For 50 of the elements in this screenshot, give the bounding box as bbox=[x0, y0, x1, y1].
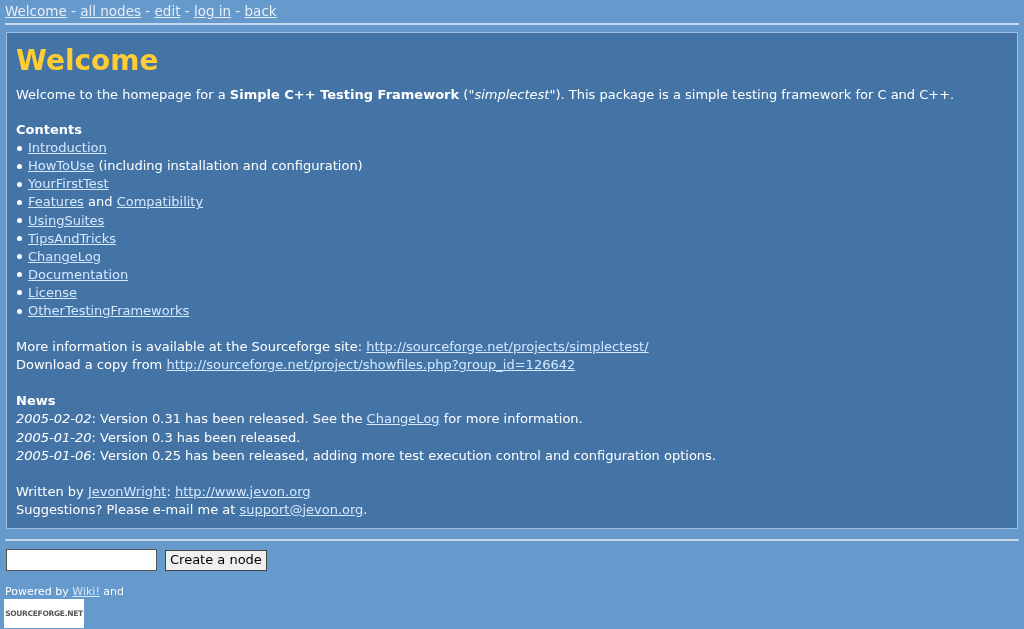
news-item: 2005-01-20: Version 0.3 has been released. bbox=[16, 428, 302, 447]
link[interactable]: back bbox=[244, 3, 277, 19]
news-item: 2005-02-02: Version 0.31 has been released. See the ChangeLog for more information. bbox=[16, 410, 584, 429]
link[interactable]: OtherTestingFrameworks bbox=[28, 303, 190, 319]
intro-text: Welcome to the homepage for a Simple C++ Testing Framework ("simplectest"). This package is a simple testing framework for C and C++. bbox=[16, 86, 956, 104]
link[interactable]: all nodes bbox=[80, 3, 142, 19]
link[interactable]: UsingSuites bbox=[28, 212, 105, 228]
bullet-icon bbox=[17, 145, 22, 151]
news-item: 2005-01-06: Version 0.25 has been released, adding more test execution control and configuration options. bbox=[16, 446, 717, 465]
link[interactable]: Introduction bbox=[28, 140, 107, 156]
powered-by-text: Powered by Wiki! and bbox=[5, 585, 125, 599]
link[interactable]: Wiki! bbox=[72, 585, 100, 598]
info-text: More information is available at the Sourceforge site: http://sourceforge.net/projects/simplectest/ bbox=[16, 338, 650, 357]
info-text: Download a copy from http://sourceforge.net/project/showfiles.php?group_id=126642 bbox=[16, 356, 577, 375]
link[interactable]: ChangeLog bbox=[366, 411, 440, 427]
bullet-icon bbox=[17, 200, 22, 205]
link[interactable]: log in bbox=[193, 3, 232, 19]
navigation-links: Welcome - all nodes - edit - log in - back bbox=[4, 2, 278, 21]
link[interactable]: License bbox=[28, 284, 77, 300]
link[interactable]: edit bbox=[154, 3, 181, 19]
bullet-icon bbox=[17, 236, 22, 242]
link[interactable]: TipsAndTricks bbox=[28, 230, 116, 246]
author-text: Suggestions? Please e-mail me at support@jevon.org. bbox=[16, 500, 369, 519]
section-heading: Contents bbox=[16, 121, 83, 140]
link[interactable]: JevonWright bbox=[87, 483, 167, 499]
bullet-icon bbox=[17, 254, 22, 260]
bullet-icon bbox=[17, 290, 22, 296]
contents-item: HowToUse (including installation and configuration) bbox=[28, 157, 363, 176]
link[interactable]: Welcome bbox=[5, 3, 67, 19]
section-heading: News bbox=[16, 392, 57, 411]
contents-item: Features and Compatibility bbox=[28, 193, 204, 212]
link[interactable]: ChangeLog bbox=[28, 248, 101, 264]
link[interactable]: Compatibility bbox=[116, 194, 204, 210]
bullet-icon bbox=[17, 181, 22, 187]
node-name-field[interactable] bbox=[6, 549, 157, 571]
link[interactable]: Features bbox=[28, 194, 84, 210]
link[interactable]: support@jevon.org bbox=[239, 501, 364, 517]
link[interactable]: http://sourceforge.net/project/showfiles.php?group_id=126642 bbox=[166, 357, 576, 373]
page-title: Welcome bbox=[16, 43, 160, 79]
bullet-icon bbox=[17, 272, 22, 278]
bullet-icon bbox=[17, 163, 22, 169]
author-text: Written by JevonWright: http://www.jevon.org bbox=[16, 482, 312, 501]
bullet-icon bbox=[17, 308, 22, 314]
link[interactable]: HowToUse bbox=[28, 158, 95, 174]
link[interactable]: http://www.jevon.org bbox=[174, 483, 311, 499]
link[interactable]: Documentation bbox=[28, 266, 129, 282]
link[interactable]: YourFirstTest bbox=[28, 176, 109, 192]
link[interactable]: http://sourceforge.net/projects/simplectest/ bbox=[366, 339, 649, 355]
create-node-button[interactable]: Create a node bbox=[165, 549, 267, 571]
bullet-icon bbox=[17, 218, 22, 224]
